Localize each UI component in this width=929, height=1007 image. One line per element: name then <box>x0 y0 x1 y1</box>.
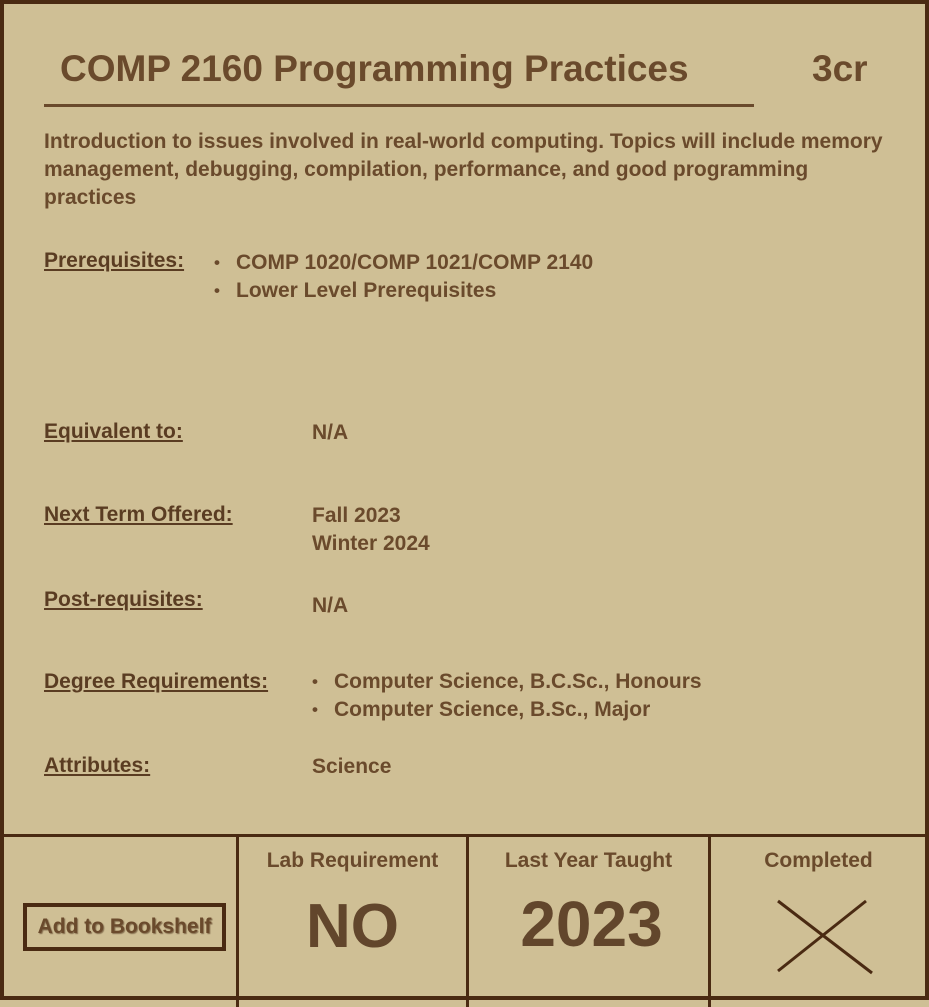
course-title: COMP 2160 Programming Practices <box>60 48 689 89</box>
prerequisite-item: COMP 1020/COMP 1021/COMP 2140 <box>214 249 593 277</box>
x-mark-icon[interactable] <box>776 899 874 980</box>
prerequisites-label: Prerequisites: <box>44 249 185 272</box>
lab-requirement-title: Lab Requirement <box>266 849 439 872</box>
degree-requirements-list: Computer Science, B.C.Sc., Honours Compu… <box>312 668 702 724</box>
attributes-value: Science <box>312 755 392 778</box>
postreq-value: N/A <box>312 594 349 617</box>
equivalent-value: N/A <box>312 421 349 444</box>
last-year-taught-title: Last Year Taught <box>504 849 673 872</box>
lab-requirement-value: NO <box>306 892 399 961</box>
attributes-label: Attributes: <box>44 754 151 777</box>
prerequisites-list: COMP 1020/COMP 1021/COMP 2140 Lower Leve… <box>214 249 593 305</box>
equivalent-label: Equivalent to: <box>44 420 183 443</box>
course-credits: 3cr <box>812 48 868 89</box>
last-year-taught-value: 2023 <box>520 888 663 960</box>
postreq-label: Post-requisites: <box>44 588 203 611</box>
degree-item: Computer Science, B.C.Sc., Honours <box>312 668 702 696</box>
course-description: Introduction to issues involved in real-… <box>44 130 883 209</box>
degree-requirements-label: Degree Requirements: <box>44 670 269 693</box>
degree-item: Computer Science, B.Sc., Major <box>312 696 702 724</box>
course-card: COMP 2160 Programming Practices 3cr Intr… <box>0 0 929 1007</box>
next-term-item: Winter 2024 <box>312 532 430 555</box>
add-to-bookshelf-button[interactable]: Add to Bookshelf <box>23 903 226 951</box>
title-divider <box>44 104 754 107</box>
next-term-label: Next Term Offered: <box>44 503 233 526</box>
course-footer: Add to Bookshelf Lab Requirement NO Last… <box>4 834 929 1007</box>
next-term-item: Fall 2023 <box>312 504 401 527</box>
next-term-list: Fall 2023 Winter 2024 <box>312 502 430 558</box>
completed-title: Completed <box>764 849 873 872</box>
prerequisite-item: Lower Level Prerequisites <box>214 277 593 305</box>
